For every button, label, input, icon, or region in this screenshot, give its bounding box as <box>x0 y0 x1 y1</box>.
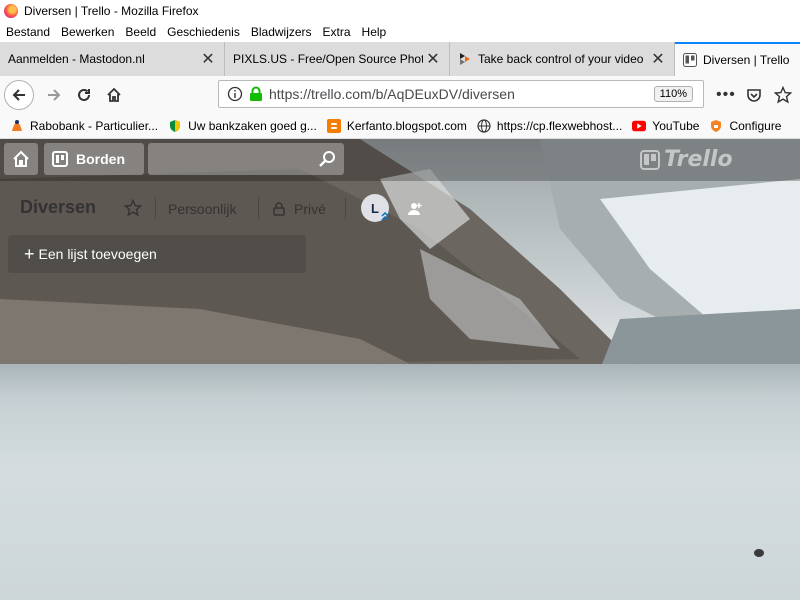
board-title[interactable]: Diversen <box>12 195 104 220</box>
team-button[interactable]: Persoonlijk <box>168 201 236 217</box>
blogger-icon <box>326 119 341 133</box>
tab-strip: Aanmelden - Mastodon.nl ✕ PIXLS.US - Fre… <box>0 42 800 77</box>
search-icon[interactable] <box>318 150 336 168</box>
boards-label: Borden <box>76 151 125 167</box>
divider <box>345 197 346 219</box>
bookmark-rabobank[interactable]: Rabobank - Particulier... <box>10 119 158 133</box>
visibility-button[interactable]: Privé <box>272 201 326 217</box>
bookmark-label: Uw bankzaken goed g... <box>188 119 317 133</box>
shield-icon <box>168 119 182 133</box>
background-lake <box>0 364 800 600</box>
close-icon[interactable]: ✕ <box>198 49 218 69</box>
bookmark-kerfanto[interactable]: Kerfanto.blogspot.com <box>326 119 467 133</box>
url-text[interactable]: https://trello.com/b/AqDEuxDV/diversen <box>269 86 654 102</box>
bookmark-label: https://cp.flexwebhost... <box>496 119 623 133</box>
back-button[interactable] <box>4 80 34 110</box>
search-input[interactable] <box>148 143 344 175</box>
tab-label: PIXLS.US - Free/Open Source Photo <box>233 52 423 66</box>
trello-header: Borden Trello <box>0 139 800 181</box>
page-actions-icon[interactable]: ••• <box>716 86 736 104</box>
home-icon <box>13 150 29 167</box>
menu-bewerken[interactable]: Bewerken <box>55 25 119 39</box>
youtube-icon <box>632 119 647 133</box>
arrow-left-icon <box>12 89 25 101</box>
close-icon[interactable]: ✕ <box>648 49 668 69</box>
bookmark-label: Rabobank - Particulier... <box>30 119 159 133</box>
menu-bar: Bestand Bewerken Beeld Geschiedenis Blad… <box>0 22 800 42</box>
add-list-button[interactable]: + Een lijst toevoegen <box>8 235 306 273</box>
window-title-bar: Diversen | Trello - Mozilla Firefox <box>0 0 800 22</box>
menu-extra[interactable]: Extra <box>317 25 356 39</box>
avatar-initial: L <box>371 200 379 216</box>
bookmark-label: Configure <box>729 119 782 133</box>
bookmark-configure[interactable]: Configure <box>709 119 781 133</box>
window-title: Diversen | Trello - Mozilla Firefox <box>24 4 199 18</box>
avatar[interactable]: L <box>361 194 389 222</box>
tab-label: Diversen | Trello <box>703 53 790 67</box>
menu-geschiedenis[interactable]: Geschiedenis <box>161 25 245 39</box>
bookmark-label: YouTube <box>652 119 700 133</box>
menu-help[interactable]: Help <box>356 25 392 39</box>
invite-member-button[interactable] <box>402 196 428 222</box>
tab-mastodon[interactable]: Aanmelden - Mastodon.nl ✕ <box>0 42 225 76</box>
background-stone <box>754 549 764 557</box>
rabobank-icon <box>10 119 24 133</box>
info-icon[interactable] <box>227 86 243 102</box>
pocket-icon[interactable] <box>746 87 762 103</box>
bookmark-youtube[interactable]: YouTube <box>632 119 699 133</box>
arrow-right-icon <box>48 89 61 101</box>
board-header: Diversen Persoonlijk Privé <box>0 181 800 233</box>
boards-icon <box>52 151 68 167</box>
home-icon <box>107 87 121 102</box>
menu-beeld[interactable]: Beeld <box>119 25 161 39</box>
reload-icon <box>78 88 90 101</box>
star-icon[interactable] <box>124 199 142 217</box>
boards-button[interactable]: Borden <box>44 143 144 175</box>
trello-board-page: Borden Trello Diversen Persoonlijk Privé… <box>0 139 800 600</box>
tab-pixls[interactable]: PIXLS.US - Free/Open Source Photo ✕ <box>225 42 450 76</box>
divider <box>155 197 156 219</box>
bookmarks-bar: Rabobank - Particulier... Uw bankzaken g… <box>0 114 800 139</box>
plus-icon: + <box>24 243 35 264</box>
trello-home-button[interactable] <box>4 143 38 175</box>
bookmark-bank[interactable]: Uw bankzaken goed g... <box>168 119 317 133</box>
firefox-logo-icon <box>4 4 18 18</box>
navigation-bar: https://trello.com/b/AqDEuxDV/diversen 1… <box>0 76 800 114</box>
reload-button[interactable] <box>70 81 98 109</box>
admin-chevron-icon <box>381 212 389 221</box>
tab-label: Take back control of your video <box>478 52 644 66</box>
add-member-icon <box>408 203 422 215</box>
trello-logo-text: Trello <box>664 147 733 172</box>
home-button[interactable] <box>100 81 128 109</box>
peertube-icon <box>460 53 470 65</box>
trello-logo[interactable]: Trello <box>640 147 733 172</box>
close-icon[interactable]: ✕ <box>423 49 443 69</box>
tab-label: Aanmelden - Mastodon.nl <box>8 52 145 66</box>
bookmark-label: Kerfanto.blogspot.com <box>346 119 467 133</box>
configure-icon <box>709 119 723 133</box>
bookmark-star-icon[interactable] <box>774 86 792 104</box>
url-bar[interactable]: https://trello.com/b/AqDEuxDV/diversen 1… <box>218 80 704 108</box>
lock-icon[interactable] <box>249 86 263 102</box>
trello-icon <box>683 53 697 67</box>
lock-icon <box>273 202 285 216</box>
tab-peertube[interactable]: Take back control of your video ✕ <box>450 42 675 76</box>
menu-bladwijzers[interactable]: Bladwijzers <box>245 25 317 39</box>
trello-logo-icon <box>640 149 660 170</box>
visibility-label: Privé <box>294 201 326 217</box>
globe-icon <box>477 119 491 133</box>
add-list-label: Een lijst toevoegen <box>38 246 157 262</box>
menu-bestand[interactable]: Bestand <box>0 25 55 39</box>
bookmark-flexwebhost[interactable]: https://cp.flexwebhost... <box>477 119 622 133</box>
divider <box>258 197 259 219</box>
forward-button[interactable] <box>40 81 68 109</box>
zoom-indicator[interactable]: 110% <box>653 86 693 102</box>
tab-trello[interactable]: Diversen | Trello <box>675 42 800 76</box>
